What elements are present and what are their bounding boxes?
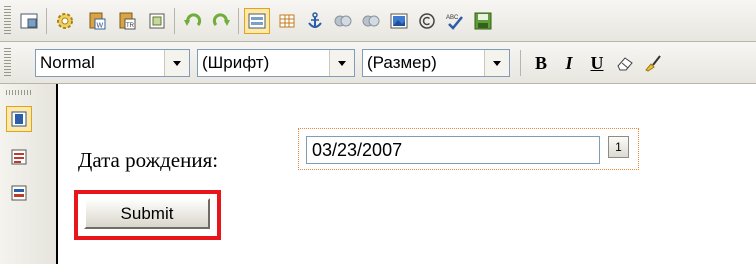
- paste-as-text-icon[interactable]: TR: [114, 8, 140, 34]
- view-mode-sidebar: [0, 84, 58, 264]
- format-toolbar: Normal (Шрифт) (Размер) B I U: [0, 42, 756, 84]
- save-icon[interactable]: [470, 8, 496, 34]
- font-select-value: (Шрифт): [202, 53, 270, 72]
- toolbar-separator: [520, 50, 521, 76]
- toolbar-grip[interactable]: [4, 6, 11, 36]
- size-select[interactable]: (Размер): [362, 49, 510, 77]
- undo-icon[interactable]: [180, 8, 206, 34]
- font-select[interactable]: (Шрифт): [197, 49, 355, 77]
- insert-link-icon[interactable]: [330, 8, 356, 34]
- toolbar-separator: [46, 8, 47, 34]
- birth-date-input[interactable]: [306, 136, 600, 164]
- remove-link-icon[interactable]: [358, 8, 384, 34]
- settings-gear-icon[interactable]: [52, 8, 78, 34]
- eraser-icon[interactable]: [612, 50, 638, 76]
- html-view-icon[interactable]: [6, 144, 32, 170]
- birth-date-label: Дата рождения:: [78, 148, 219, 172]
- main-toolbar: W TR ABC: [0, 0, 756, 42]
- toolbar-grip[interactable]: [4, 48, 11, 78]
- insert-form-icon[interactable]: [244, 8, 270, 34]
- paste-special-icon[interactable]: [144, 8, 170, 34]
- sidebar-grip[interactable]: [6, 90, 32, 95]
- submit-button[interactable]: Submit: [84, 198, 210, 229]
- svg-text:ABC: ABC: [446, 15, 459, 21]
- calendar-button[interactable]: 1: [608, 136, 629, 158]
- chevron-down-icon[interactable]: [329, 50, 354, 76]
- size-select-value: (Размер): [367, 53, 437, 72]
- anchor-icon[interactable]: [302, 8, 328, 34]
- preview-view-icon[interactable]: [6, 180, 32, 206]
- design-view-icon[interactable]: [6, 106, 32, 132]
- style-select-value: Normal: [40, 53, 95, 72]
- svg-text:W: W: [97, 23, 104, 30]
- spellcheck-icon[interactable]: ABC: [442, 8, 468, 34]
- toolbar-separator: [238, 8, 239, 34]
- fullscreen-icon[interactable]: [16, 8, 42, 34]
- redo-icon[interactable]: [208, 8, 234, 34]
- copyright-symbol-icon[interactable]: [414, 8, 440, 34]
- chevron-down-icon[interactable]: [164, 50, 189, 76]
- insert-table-icon[interactable]: [274, 8, 300, 34]
- bold-button[interactable]: B: [528, 50, 554, 76]
- svg-text:TR: TR: [126, 23, 135, 29]
- paste-from-word-icon[interactable]: W: [84, 8, 110, 34]
- style-select[interactable]: Normal: [35, 49, 190, 77]
- chevron-down-icon[interactable]: [484, 50, 509, 76]
- insert-image-icon[interactable]: [386, 8, 412, 34]
- underline-button[interactable]: U: [584, 50, 610, 76]
- italic-button[interactable]: I: [556, 50, 582, 76]
- format-brush-icon[interactable]: [640, 50, 666, 76]
- toolbar-separator: [174, 8, 175, 34]
